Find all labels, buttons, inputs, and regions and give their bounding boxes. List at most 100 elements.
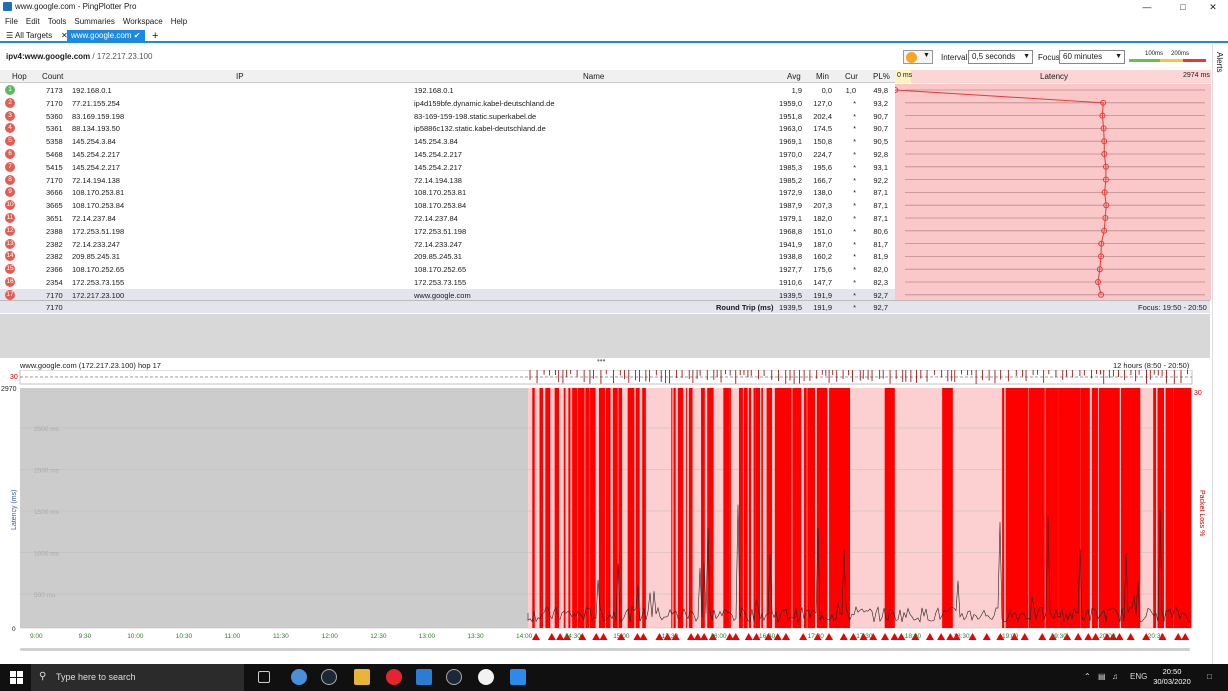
cell-avg: 1,9	[791, 86, 802, 95]
steam-icon[interactable]	[321, 669, 337, 685]
tab-google[interactable]: www.google.com ✔	[67, 30, 145, 42]
cell-pl: 93,2	[873, 98, 888, 108]
minimize-button[interactable]: —	[1132, 0, 1162, 14]
y2-axis-label: Packet Loss %	[1198, 490, 1205, 536]
packet-loss-bar	[743, 388, 748, 628]
browser-icon[interactable]	[291, 669, 307, 685]
col-name[interactable]: Name	[583, 72, 604, 81]
graph-range[interactable]: 12 hours (8:50 - 20:50)	[1113, 361, 1189, 370]
x-tick-label: 19:00	[1002, 633, 1019, 640]
packet-loss-bar	[585, 388, 590, 628]
packet-loss-bar	[792, 388, 802, 628]
x-tick-label: 9:30	[79, 633, 92, 640]
steam-icon[interactable]	[446, 669, 462, 685]
col-hop[interactable]: Hop	[12, 72, 27, 81]
packet-loss-bar	[1045, 388, 1058, 628]
loss-marker-triangle	[982, 633, 991, 640]
cell-ip: 172.253.51.198	[72, 226, 125, 236]
title-bar: www.google.com - PingPlotter Pro — □ ✕	[0, 0, 1228, 14]
x-tick-label: 18:30	[953, 633, 970, 640]
cell-avg: 1979,1	[779, 214, 802, 223]
col-avg[interactable]: Avg	[787, 72, 801, 81]
opera-icon[interactable]	[386, 669, 402, 685]
window-title: www.google.com - PingPlotter Pro	[15, 2, 137, 11]
cell-pl: 93,1	[873, 162, 888, 172]
loss-marker-triangle	[781, 633, 790, 640]
scale-200-label: 200ms	[1171, 51, 1190, 57]
cell-min: 160,2	[813, 252, 832, 262]
clock[interactable]: 20:50 30/03/2020	[1152, 667, 1192, 687]
alerts-sidebar[interactable]: Alerts	[1212, 44, 1228, 664]
packet-loss-bar	[673, 388, 676, 628]
x-tick-label: 10:00	[127, 633, 144, 640]
focus-select[interactable]: 60 minutes ▼	[1059, 50, 1125, 64]
packet-loss-bar	[816, 388, 828, 628]
cell-min: 151,0	[813, 226, 832, 236]
col-pl[interactable]: PL%	[873, 72, 890, 81]
packet-loss-bar	[1005, 388, 1029, 628]
loss-marker-triangle	[592, 633, 601, 640]
pause-button[interactable]: ▼	[903, 50, 933, 64]
windows-start-icon[interactable]	[10, 671, 23, 684]
x-tick-label: 20:00	[1099, 633, 1116, 640]
pingplotter-icon[interactable]	[416, 669, 432, 685]
packet-loss-bar	[671, 388, 673, 628]
tab-all-targets[interactable]: ☰ All Targets	[2, 30, 56, 42]
language-indicator[interactable]: ENG	[1130, 672, 1147, 681]
packet-loss-bar	[554, 388, 560, 628]
col-count[interactable]: Count	[42, 72, 63, 81]
taskbar-search[interactable]: ⚲ Type here to search	[31, 664, 244, 691]
cell-name: 145.254.3.84	[414, 137, 458, 147]
cell-min: 224,7	[813, 150, 832, 159]
col-cur[interactable]: Cur	[845, 72, 858, 81]
cell-cur: *	[853, 265, 856, 275]
x-tick-label: 9:00	[30, 633, 43, 640]
calendar-icon[interactable]	[510, 669, 526, 685]
network-icon[interactable]: ▤	[1098, 672, 1106, 681]
splitter-handle[interactable]: •••	[597, 356, 605, 365]
add-tab-button[interactable]: +	[148, 30, 162, 42]
cell-hop: 11	[5, 213, 15, 223]
cell-ip: 145.254.2.217	[72, 162, 120, 172]
chevron-up-icon[interactable]: ⌃	[1084, 672, 1091, 681]
loss-marker-triangle	[839, 633, 848, 640]
cell-ip: 88.134.193.50	[72, 124, 120, 134]
packet-loss-bar	[723, 388, 730, 628]
timeline-scrollbar[interactable]	[20, 648, 1190, 651]
interval-select[interactable]: 0,5 seconds ▼	[968, 50, 1033, 64]
cell-pl: 92,7	[873, 290, 888, 300]
cell-ip: 209.85.245.31	[72, 252, 120, 262]
close-button[interactable]: ✕	[1198, 0, 1228, 14]
x-tick-label: 20:30	[1148, 633, 1165, 640]
task-view-icon[interactable]	[258, 671, 270, 683]
app-icon[interactable]	[478, 669, 494, 685]
cell-ip: 192.168.0.1	[72, 86, 112, 95]
packet-loss-bar	[577, 388, 585, 628]
notification-icon[interactable]: □	[1207, 672, 1212, 681]
menu-summaries[interactable]: Summaries	[74, 15, 114, 28]
menu-tools[interactable]: Tools	[48, 15, 67, 28]
summary-row: 7170 Round Trip (ms) 1939,5 191,9 * 92,7…	[0, 300, 1210, 313]
cell-cur: *	[853, 278, 856, 287]
cell-cur: *	[853, 162, 856, 172]
cell-avg: 1959,0	[779, 98, 802, 108]
loss-marker-triangle	[799, 633, 808, 640]
cell-name: 145.254.2.217	[414, 162, 462, 172]
folder-icon[interactable]	[354, 669, 370, 685]
col-ip[interactable]: IP	[236, 72, 244, 81]
search-icon: ⚲	[39, 671, 47, 682]
menu-edit[interactable]: Edit	[26, 15, 40, 28]
cell-count: 5361	[46, 124, 63, 134]
maximize-button[interactable]: □	[1168, 0, 1198, 14]
taskbar: ⚲ Type here to search ⌃ ▤ ♫ ENG 20:50 30/…	[0, 664, 1228, 691]
col-min[interactable]: Min	[816, 72, 829, 81]
cell-count: 3651	[46, 214, 63, 223]
cell-avg: 1985,3	[779, 162, 802, 172]
menu-file[interactable]: File	[5, 15, 18, 28]
cell-avg: 1987,9	[779, 201, 802, 211]
list-icon: ☰	[6, 31, 15, 40]
menu-help[interactable]: Help	[171, 15, 187, 28]
volume-icon[interactable]: ♫	[1112, 672, 1118, 681]
cell-ip: 83.169.159.198	[72, 111, 125, 121]
menu-workspace[interactable]: Workspace	[123, 15, 163, 28]
